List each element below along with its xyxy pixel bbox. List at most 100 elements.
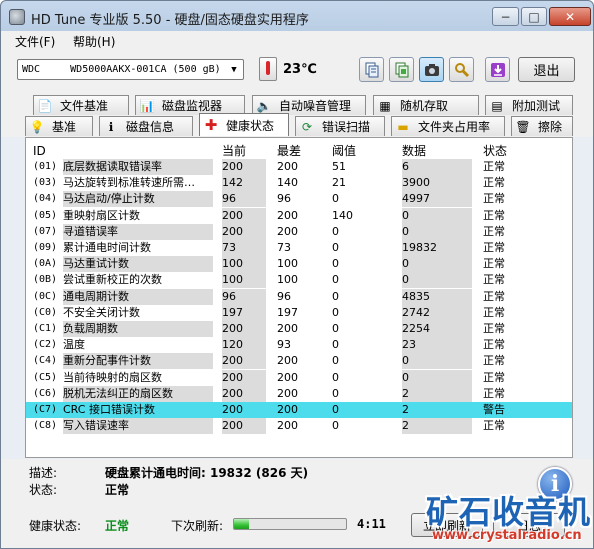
table-row[interactable]: (C2) 温度 120 93 0 23 正常 (26, 337, 572, 354)
cell-data: 6 (402, 159, 472, 175)
save-button[interactable] (485, 57, 510, 82)
table-row[interactable]: (C6) 脱机无法纠正的扇区数 200 200 0 2 正常 (26, 385, 572, 402)
tab-label: 自动噪音管理 (279, 99, 352, 113)
title-bar[interactable]: HD Tune 专业版 5.50 - 硬盘/固态硬盘实用程序 − □ ✕ (1, 1, 593, 31)
tab-label: 附加测试 (512, 99, 561, 113)
refresh-progress-bar (233, 518, 347, 530)
refresh-now-button[interactable]: 立即刷新 (411, 513, 483, 537)
table-row[interactable]: (C7) CRC 接口错误计数 200 200 0 2 警告 (26, 402, 572, 418)
cell-name: 马达旋转到标准转速所需… (63, 176, 195, 190)
cell-threshold: 21 (332, 176, 346, 190)
table-row[interactable]: (07) 寻道错误率 200 200 0 0 正常 (26, 223, 572, 240)
table-row[interactable]: (C8) 写入错误速率 200 200 0 2 正常 (26, 418, 572, 435)
dropdown-arrow-icon[interactable]: ▼ (227, 62, 241, 77)
cell-id: (0A) (33, 258, 58, 270)
copy-screen-button[interactable] (389, 57, 414, 82)
random-access-icon: ▦ (379, 98, 391, 113)
tab-disk-info[interactable]: ℹ 磁盘信息 (99, 116, 193, 136)
cell-id: (09) (33, 242, 58, 253)
cell-worst: 200 (277, 322, 298, 335)
table-row[interactable]: (01) 底层数据读取错误率 200 200 51 6 正常 (26, 159, 572, 175)
table-row[interactable]: (C4) 重新分配事件计数 200 200 0 0 正常 (26, 353, 572, 370)
next-refresh-label: 下次刷新: (171, 519, 224, 533)
tab-folder-usage[interactable]: ▬ 文件夹占用率 (391, 116, 505, 136)
tab-label: 文件夹占用率 (418, 120, 491, 134)
tab-benchmark[interactable]: 💡 基准 (25, 116, 93, 136)
tab-extra-tests[interactable]: ▤ 附加测试 (485, 95, 573, 115)
progress-fill (234, 519, 249, 529)
menu-bar: 文件(F) 帮助(H) (1, 31, 593, 51)
cell-data: 2254 (402, 321, 472, 337)
cell-current: 200 (222, 207, 266, 224)
menu-file[interactable]: 文件(F) (15, 33, 55, 50)
state-value: 正常 (105, 483, 130, 497)
col-current[interactable]: 当前 (222, 143, 246, 159)
maximize-button[interactable]: □ (521, 7, 547, 26)
tab-label: 擦除 (538, 120, 563, 134)
cell-status: 正常 (483, 419, 505, 433)
table-header: ID 当前 最差 阈值 数据 状态 (26, 143, 572, 159)
cell-id: (0B) (33, 274, 58, 286)
cell-worst: 200 (277, 370, 298, 384)
copy-text-button[interactable] (359, 57, 384, 82)
cell-worst: 200 (277, 403, 298, 416)
col-worst[interactable]: 最差 (277, 143, 301, 159)
cell-data: 23 (402, 337, 472, 354)
health-status-value: 正常 (105, 519, 130, 533)
temperature-readout: 23℃ (283, 62, 317, 77)
cell-id: (C1) (33, 323, 58, 334)
cell-id: (04) (33, 193, 58, 205)
state-label: 状态: (29, 483, 58, 497)
table-row[interactable]: (05) 重映射扇区计数 200 200 140 0 正常 (26, 207, 572, 224)
menu-help[interactable]: 帮助(H) (73, 33, 115, 50)
drive-select[interactable]: WDC WD5000AAKX-001CA (500 gB) ▼ (17, 59, 244, 80)
cell-name: 温度 (63, 338, 85, 352)
table-row[interactable]: (0C) 通电周期计数 96 96 0 4835 正常 (26, 288, 572, 305)
info-icon: ℹ (108, 119, 114, 134)
table-row[interactable]: (0A) 马达重试计数 100 100 0 0 正常 (26, 256, 572, 273)
error-scan-icon: ⟳ (301, 119, 313, 134)
description-panel: 描述: 硬盘累计通电时间: 19832 (826 天) 状态: 正常 (1, 459, 593, 505)
cell-worst: 100 (277, 257, 298, 271)
tab-aam[interactable]: 🔈 自动噪音管理 (252, 95, 366, 115)
table-row[interactable]: (09) 累计通电时间计数 73 73 0 19832 正常 (26, 240, 572, 256)
cell-name: 马达启动/停止计数 (63, 191, 213, 208)
tab-erase[interactable]: 🗑 擦除 (511, 116, 573, 136)
close-button[interactable]: ✕ (549, 7, 591, 26)
tab-random-access[interactable]: ▦ 随机存取 (373, 95, 479, 115)
log-button[interactable]: 日志 (493, 513, 565, 537)
table-row[interactable]: (04) 马达启动/停止计数 96 96 0 4997 正常 (26, 191, 572, 208)
cell-data: 0 (402, 223, 472, 240)
tab-error-scan[interactable]: ⟳ 错误扫描 (295, 116, 385, 136)
col-status[interactable]: 状态 (483, 143, 507, 159)
table-row[interactable]: (C5) 当前待映射的扇区数 200 200 0 0 正常 (26, 369, 572, 386)
cell-threshold: 0 (332, 419, 339, 433)
cell-data: 0 (402, 256, 472, 273)
table-row[interactable]: (C0) 不安全关闭计数 197 197 0 2742 正常 (26, 304, 572, 321)
cell-id: (01) (33, 161, 58, 172)
cell-name: CRC 接口错误计数 (63, 403, 155, 416)
cell-id: (05) (33, 209, 58, 221)
cell-data: 4835 (402, 288, 472, 305)
exit-button[interactable]: 退出 (518, 57, 575, 82)
table-row[interactable]: (0B) 尝试重新校正的次数 100 100 0 0 正常 (26, 272, 572, 289)
table-row[interactable]: (C1) 负载周期数 200 200 0 2254 正常 (26, 321, 572, 337)
tab-strip: 📄 文件基准 📊 磁盘监视器 🔈 自动噪音管理 ▦ 随机存取 ▤ 附加测试 💡 … (1, 89, 593, 137)
tab-health[interactable]: ✚ 健康状态 (199, 113, 289, 136)
cell-threshold: 0 (332, 192, 339, 206)
tab-disk-monitor[interactable]: 📊 磁盘监视器 (135, 95, 245, 115)
table-row[interactable]: (03) 马达旋转到标准转速所需… 142 140 21 3900 正常 (26, 175, 572, 192)
col-id[interactable]: ID (33, 143, 46, 159)
col-threshold[interactable]: 阈值 (332, 143, 356, 159)
minimize-button[interactable]: − (492, 7, 519, 26)
screenshot-button[interactable] (419, 57, 444, 82)
options-icon (454, 62, 469, 77)
cell-data: 2 (402, 418, 472, 435)
cell-threshold: 140 (332, 208, 353, 222)
col-data[interactable]: 数据 (402, 143, 426, 159)
tab-file-benchmark[interactable]: 📄 文件基准 (33, 95, 129, 115)
options-button[interactable] (449, 57, 474, 82)
cell-data: 3900 (402, 175, 472, 192)
tab-label: 磁盘信息 (126, 120, 175, 134)
smart-table: ID 当前 最差 阈值 数据 状态 (01) 底层数据读取错误率 200 200 51 6… (25, 137, 573, 458)
